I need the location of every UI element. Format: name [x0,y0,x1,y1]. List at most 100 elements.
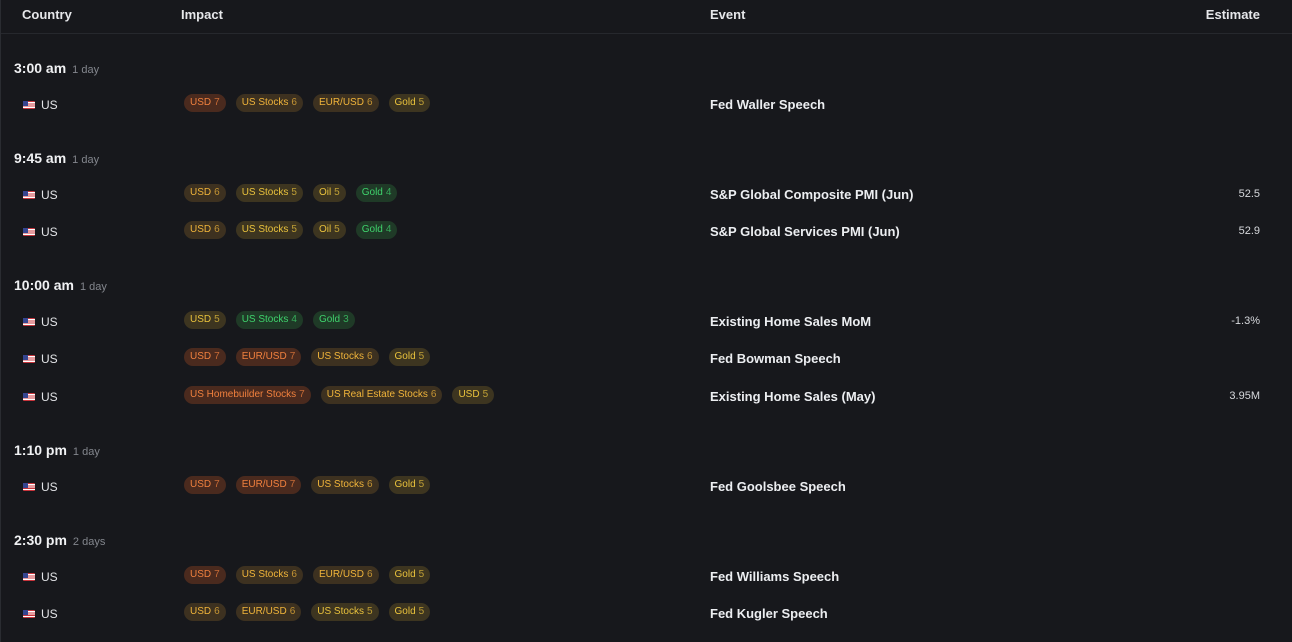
event-row[interactable]: US US Homebuilder Stocks 7 US Real Estate S… [1,386,1292,408]
impact-tag-level: 7 [289,479,296,490]
impact-tags: USD 7 EUR/USD 7 US Stocks 6 Gold 5 [184,348,431,366]
impact-tag[interactable]: Gold 3 [312,311,355,329]
event-row[interactable]: US USD 6 US Stocks 5 Oil 5 Gold 4 S&P Global Serv… [1,221,1292,243]
impact-tag[interactable]: US Stocks 6 [235,566,303,584]
impact-tag-level: 7 [214,351,220,362]
impact-tag[interactable]: US Real Estate Stocks 6 [320,386,443,404]
impact-tag[interactable]: US Stocks 6 [235,94,303,112]
country-code: US [41,390,58,404]
impact-tag-level: 7 [214,479,220,490]
relative-time: 1 day [72,64,100,76]
impact-tag[interactable]: Gold 5 [388,348,431,366]
impact-tag-label: USD [190,569,212,580]
impact-tag[interactable]: Oil 5 [312,221,346,239]
impact-tag[interactable]: USD 6 [184,603,226,621]
impact-tag[interactable]: USD 6 [184,184,226,202]
impact-tag-level: 6 [366,569,373,580]
us-flag-icon [23,355,35,363]
country-code: US [41,225,58,239]
impact-tag[interactable]: USD 7 [184,476,226,494]
impact-tag-label: US Stocks [241,97,289,108]
impact-tag[interactable]: USD 5 [452,386,495,404]
impact-tag-label: EUR/USD [318,97,364,108]
impact-tag-label: US Homebuilder Stocks [190,389,297,400]
impact-tag-level: 4 [385,224,392,235]
impact-tag-label: US Stocks [241,187,289,198]
impact-tag[interactable]: EUR/USD 6 [312,94,379,112]
event-name[interactable]: Fed Waller Speech [710,97,825,112]
impact-tag-level: 6 [214,224,220,235]
impact-tags: USD 5 US Stocks 4 Gold 3 [184,311,355,329]
impact-tag[interactable]: USD 5 [184,311,226,329]
event-row[interactable]: US USD 7 EUR/USD 7 US Stocks 6 Gold 5 Fed Goolsbe… [1,476,1292,498]
impact-tags: US Homebuilder Stocks 7 US Real Estate Sto… [184,386,495,404]
column-header-impact[interactable]: Impact [181,7,223,22]
impact-tag[interactable]: Gold 4 [355,184,398,202]
column-header-country[interactable]: Country [22,7,72,22]
impact-tag-level: 7 [214,569,220,580]
country-cell: US [23,315,58,329]
impact-tag[interactable]: US Stocks 5 [235,184,303,202]
event-row[interactable]: US USD 5 US Stocks 4 Gold 3 Existing Home Sales… [1,311,1292,333]
impact-tag[interactable]: US Stocks 5 [235,221,303,239]
us-flag-icon [23,101,35,109]
event-name[interactable]: S&P Global Composite PMI (Jun) [710,187,913,202]
impact-tag[interactable]: EUR/USD 7 [235,348,302,366]
impact-tag[interactable]: USD 7 [184,566,226,584]
impact-tag[interactable]: US Homebuilder Stocks 7 [184,386,311,404]
country-code: US [41,480,58,494]
impact-tag-label: USD [458,389,480,400]
event-name[interactable]: Existing Home Sales (May) [710,389,875,404]
event-name[interactable]: Fed Goolsbee Speech [710,479,846,494]
event-row[interactable]: US USD 7 US Stocks 6 EUR/USD 6 Gold 5 Fed William… [1,566,1292,588]
estimate-value: 52.5 [1238,188,1260,200]
impact-tag[interactable]: US Stocks 4 [235,311,303,329]
column-header-estimate[interactable]: Estimate [1206,7,1260,22]
event-row[interactable]: US USD 6 EUR/USD 6 US Stocks 5 Gold 5 Fed Kugler … [1,603,1292,625]
impact-tag[interactable]: Gold 5 [388,476,431,494]
impact-tag[interactable]: USD 7 [184,94,226,112]
impact-tag[interactable]: USD 7 [184,348,226,366]
impact-tag[interactable]: US Stocks 5 [311,603,379,621]
impact-tag[interactable]: USD 6 [184,221,226,239]
event-row[interactable]: US USD 7 US Stocks 6 EUR/USD 6 Gold 5 Fed Waller … [1,94,1292,116]
impact-tag[interactable]: US Stocks 6 [311,348,379,366]
us-flag-icon [23,228,35,236]
impact-tags: USD 7 EUR/USD 7 US Stocks 6 Gold 5 [184,476,431,494]
country-cell: US [23,390,58,404]
impact-tag[interactable]: EUR/USD 7 [235,476,302,494]
impact-tag-label: Gold [361,187,383,198]
impact-tag-level: 6 [291,97,297,108]
impact-tag[interactable]: Gold 5 [388,566,431,584]
event-row[interactable]: US USD 6 US Stocks 5 Oil 5 Gold 4 S&P Global Comp… [1,184,1292,206]
event-name[interactable]: Fed Williams Speech [710,569,839,584]
impact-tag-label: Gold [394,569,416,580]
impact-tag[interactable]: EUR/USD 6 [312,566,379,584]
impact-tag[interactable]: Gold 5 [388,603,431,621]
impact-tag[interactable]: US Stocks 6 [311,476,379,494]
country-cell: US [23,98,58,112]
country-cell: US [23,188,58,202]
impact-tag-level: 6 [366,351,373,362]
impact-tag[interactable]: EUR/USD 6 [235,603,302,621]
impact-tag-label: USD [190,606,212,617]
impact-tag[interactable]: Gold 4 [355,221,398,239]
country-code: US [41,607,58,621]
column-header-event[interactable]: Event [710,7,745,22]
event-name[interactable]: Fed Kugler Speech [710,606,828,621]
event-name[interactable]: Fed Bowman Speech [710,351,841,366]
impact-tag-label: EUR/USD [241,351,287,362]
impact-tag-level: 6 [366,479,373,490]
us-flag-icon [23,393,35,401]
event-row[interactable]: US USD 7 EUR/USD 7 US Stocks 6 Gold 5 Fed Bowman … [1,348,1292,370]
time-group-header: 10:00 am 1 day [14,277,107,293]
impact-tag[interactable]: Oil 5 [312,184,346,202]
impact-tag-label: USD [190,351,212,362]
impact-tag-label: EUR/USD [241,606,287,617]
us-flag-icon [23,483,35,491]
impact-tag[interactable]: Gold 5 [388,94,431,112]
event-time: 10:00 am [14,277,74,293]
event-name[interactable]: S&P Global Services PMI (Jun) [710,224,900,239]
event-name[interactable]: Existing Home Sales MoM [710,314,871,329]
impact-tag-label: US Stocks [317,351,364,362]
